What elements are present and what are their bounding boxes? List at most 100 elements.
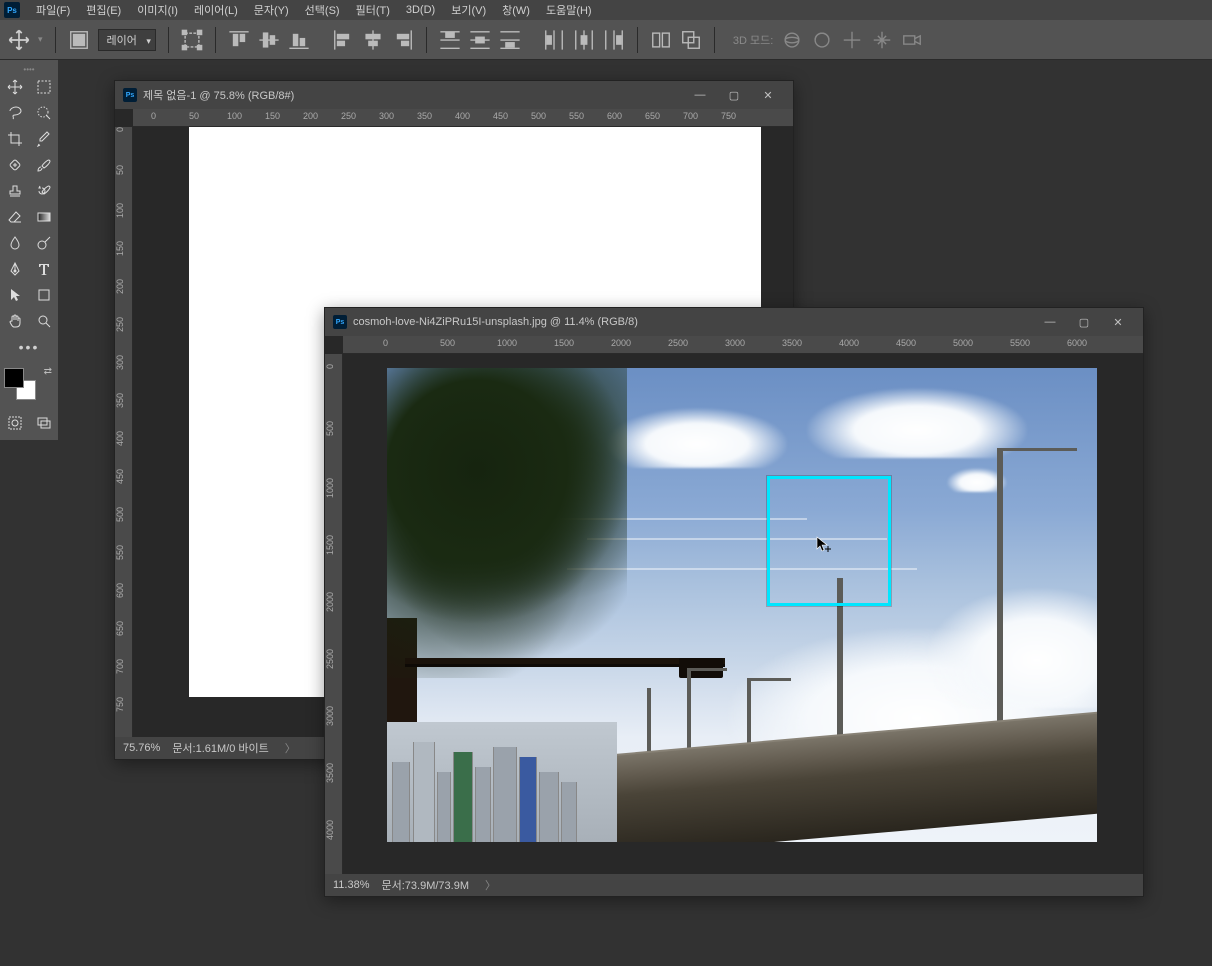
status-prefix: 문서:	[172, 743, 195, 755]
status-value: 73.9M/73.9M	[405, 880, 469, 892]
distribute-hcenter-icon[interactable]	[573, 29, 595, 51]
doc-icon: Ps	[123, 88, 137, 102]
close-button[interactable]: ✕	[751, 83, 785, 107]
menu-3d[interactable]: 3D(D)	[398, 2, 443, 18]
menu-edit[interactable]: 편집(E)	[78, 0, 129, 20]
move-tool-icon[interactable]	[8, 29, 30, 51]
cloud-shape	[927, 588, 1097, 708]
titlebar[interactable]: Ps cosmoh-love-Ni4ZiPRu15I-unsplash.jpg …	[325, 308, 1143, 336]
swap-colors-icon[interactable]: ⇄	[44, 366, 52, 377]
align-top-icon[interactable]	[228, 29, 250, 51]
quick-select-tool[interactable]	[29, 100, 58, 126]
minimize-button[interactable]: —	[1033, 310, 1067, 334]
3d-pan-icon[interactable]	[841, 29, 863, 51]
status-more-icon[interactable]: 〉	[485, 877, 496, 893]
align-right-icon[interactable]	[392, 29, 414, 51]
maximize-button[interactable]: ▢	[1067, 310, 1101, 334]
quickmask-tool[interactable]	[0, 410, 29, 436]
menu-help[interactable]: 도움말(H)	[538, 0, 600, 20]
menu-image[interactable]: 이미지(I)	[129, 0, 186, 20]
lasso-tool[interactable]	[0, 100, 29, 126]
shape-tool[interactable]	[29, 282, 58, 308]
brush-tool[interactable]	[29, 152, 58, 178]
menu-select[interactable]: 선택(S)	[297, 0, 348, 20]
3d-slide-icon[interactable]	[871, 29, 893, 51]
foreground-color-swatch[interactable]	[4, 368, 24, 388]
ruler-horizontal[interactable]: 0501001502002503003504004505005506006507…	[133, 109, 793, 127]
distribute-top-icon[interactable]	[439, 29, 461, 51]
move-tool[interactable]	[0, 74, 29, 100]
transform-controls-icon[interactable]	[181, 29, 203, 51]
status-bar: 11.38% 문서:73.9M/73.9M 〉	[325, 874, 1143, 896]
dodge-tool[interactable]	[29, 230, 58, 256]
zoom-value[interactable]: 75.76%	[123, 742, 160, 754]
status-prefix: 문서:	[382, 880, 405, 892]
eyedropper-tool[interactable]	[29, 126, 58, 152]
distribute-vcenter-icon[interactable]	[469, 29, 491, 51]
menu-type[interactable]: 문자(Y)	[246, 0, 297, 20]
3d-mode-label: 3D 모드:	[733, 32, 773, 48]
lamp-arm	[687, 668, 727, 671]
ruler-vertical[interactable]: 0501001502002503003504004505005506006507…	[115, 127, 133, 737]
hand-tool[interactable]	[0, 308, 29, 334]
titlebar[interactable]: Ps 제목 없음-1 @ 75.8% (RGB/8#) — ▢ ✕	[115, 81, 793, 109]
menu-layer[interactable]: 레이어(L)	[186, 0, 246, 20]
zoom-value[interactable]: 11.38%	[333, 879, 370, 891]
ruler-horizontal[interactable]: 0500100015002000250030003500400045005000…	[343, 336, 1143, 354]
canvas-area[interactable]	[343, 354, 1143, 874]
auto-align-icon[interactable]	[650, 29, 672, 51]
menu-filter[interactable]: 필터(T)	[348, 0, 398, 20]
3d-camera-icon[interactable]	[901, 29, 923, 51]
doc-icon: Ps	[333, 315, 347, 329]
canvas-image[interactable]	[387, 368, 1097, 842]
menu-view[interactable]: 보기(V)	[443, 0, 494, 20]
zoom-tool[interactable]	[29, 308, 58, 334]
3d-roll-icon[interactable]	[811, 29, 833, 51]
align-hcenter-icon[interactable]	[362, 29, 384, 51]
healing-tool[interactable]	[0, 152, 29, 178]
stamp-tool[interactable]	[0, 178, 29, 204]
move-cursor-icon	[815, 536, 833, 554]
menu-window[interactable]: 창(W)	[494, 0, 538, 20]
ruler-vertical[interactable]: 05001000150020002500300035004000	[325, 354, 343, 874]
distribute-right-icon[interactable]	[603, 29, 625, 51]
gradient-tool[interactable]	[29, 204, 58, 230]
color-swatches[interactable]: ⇄	[0, 366, 58, 406]
tree-foliage	[387, 368, 627, 678]
screenmode-tool[interactable]	[29, 410, 58, 436]
minimize-button[interactable]: —	[683, 83, 717, 107]
menu-bar: Ps 파일(F) 편집(E) 이미지(I) 레이어(L) 문자(Y) 선택(S)…	[0, 0, 1212, 20]
status-value: 1.61M/0 바이트	[196, 743, 269, 755]
lamp-pole	[997, 448, 1003, 748]
path-select-tool[interactable]	[0, 282, 29, 308]
auto-select-icon[interactable]	[68, 29, 90, 51]
status-more-icon[interactable]: 〉	[285, 740, 296, 756]
panel-grip-icon[interactable]: ••••	[0, 64, 58, 74]
buildings	[387, 722, 617, 842]
cloud-shape	[807, 388, 1027, 458]
align-bottom-icon[interactable]	[288, 29, 310, 51]
3d-orbit-icon[interactable]	[781, 29, 803, 51]
document-window-image[interactable]: Ps cosmoh-love-Ni4ZiPRu15I-unsplash.jpg …	[324, 307, 1144, 897]
lamp-arm	[997, 448, 1077, 451]
eraser-tool[interactable]	[0, 204, 29, 230]
pen-tool[interactable]	[0, 256, 29, 282]
align-left-icon[interactable]	[332, 29, 354, 51]
blur-tool[interactable]	[0, 230, 29, 256]
align-vcenter-icon[interactable]	[258, 29, 280, 51]
traffic-arm-shadow	[405, 664, 725, 667]
menu-file[interactable]: 파일(F)	[28, 0, 78, 20]
close-button[interactable]: ✕	[1101, 310, 1135, 334]
auto-blend-icon[interactable]	[680, 29, 702, 51]
maximize-button[interactable]: ▢	[717, 83, 751, 107]
history-brush-tool[interactable]	[29, 178, 58, 204]
more-tools-icon[interactable]: •••	[0, 334, 58, 360]
distribute-left-icon[interactable]	[543, 29, 565, 51]
marquee-tool[interactable]	[29, 74, 58, 100]
autoselect-target-dropdown[interactable]: 레이어	[98, 29, 156, 51]
distribute-bottom-icon[interactable]	[499, 29, 521, 51]
crop-tool[interactable]	[0, 126, 29, 152]
lamp-arm	[747, 678, 791, 681]
type-tool[interactable]	[29, 256, 58, 282]
doc-title: cosmoh-love-Ni4ZiPRu15I-unsplash.jpg @ 1…	[353, 316, 638, 328]
